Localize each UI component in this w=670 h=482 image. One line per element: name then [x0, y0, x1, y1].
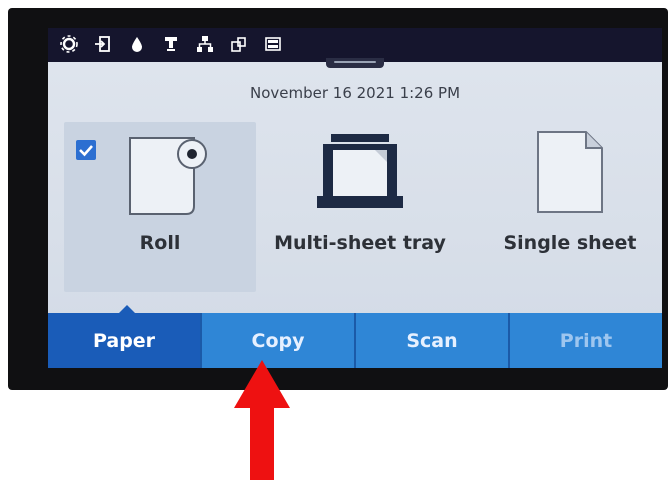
ink-drop-icon[interactable]: [128, 35, 146, 53]
source-multi-sheet-tray-label: Multi-sheet tray: [274, 232, 446, 254]
source-roll[interactable]: Roll: [64, 122, 256, 292]
printer-panel-bezel: November 16 2021 1:26 PM Roll Multi-shee…: [8, 8, 668, 390]
source-roll-label: Roll: [139, 232, 181, 254]
bottom-tab-bar: Paper Copy Scan Print: [48, 313, 662, 368]
red-arrow-annotation: [234, 360, 290, 480]
tab-print[interactable]: Print: [510, 313, 662, 368]
tab-paper[interactable]: Paper: [48, 313, 202, 368]
notification-pull-handle[interactable]: [326, 58, 384, 68]
selected-checkbox-icon: [76, 140, 96, 160]
tab-scan[interactable]: Scan: [356, 313, 510, 368]
storage-icon[interactable]: [264, 35, 282, 53]
sign-in-icon[interactable]: [94, 35, 112, 53]
multi-sheet-tray-icon: [317, 134, 403, 208]
datetime-display: November 16 2021 1:26 PM: [249, 84, 461, 102]
roll-icon: [129, 137, 207, 215]
printhead-icon[interactable]: [162, 35, 180, 53]
settings-icon[interactable]: [60, 35, 78, 53]
source-single-sheet-label: Single sheet: [503, 232, 637, 254]
network-icon[interactable]: [196, 35, 214, 53]
share-icon[interactable]: [230, 35, 248, 53]
status-bar: [48, 28, 662, 62]
touch-screen: November 16 2021 1:26 PM Roll Multi-shee…: [48, 28, 662, 368]
source-single-sheet[interactable]: Single sheet: [478, 122, 662, 292]
source-multi-sheet-tray[interactable]: Multi-sheet tray: [270, 122, 450, 292]
single-sheet-icon: [537, 131, 603, 213]
